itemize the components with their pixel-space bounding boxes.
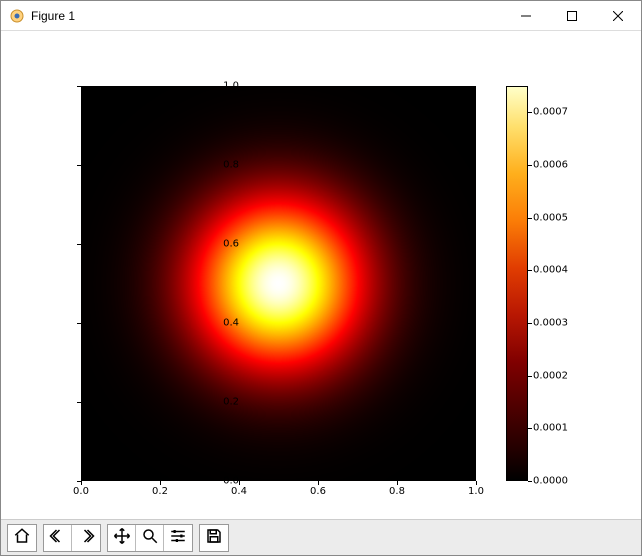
x-tick-label: 1.0	[468, 486, 484, 497]
arrow-right-icon	[77, 527, 95, 548]
colorbar-tick-label: 0.0002	[533, 371, 568, 382]
colorbar-tick-mark	[528, 218, 532, 219]
y-tick-mark	[77, 86, 81, 87]
save-icon	[205, 527, 223, 548]
figure-canvas[interactable]: 0.0 0.2 0.4 0.6 0.8 1.0 0.0 0.2 0.4 0.6 …	[1, 31, 641, 519]
x-tick-mark	[476, 481, 477, 485]
colorbar	[506, 86, 528, 481]
arrow-left-icon	[49, 527, 67, 548]
colorbar-tick-label: 0.0001	[533, 423, 568, 434]
magnifier-icon	[141, 527, 159, 548]
x-tick-mark	[318, 481, 319, 485]
window-title: Figure 1	[31, 9, 503, 23]
y-tick-mark	[77, 402, 81, 403]
y-tick-label: 0.4	[209, 318, 239, 329]
colorbar-tick-mark	[528, 112, 532, 113]
forward-button[interactable]	[72, 525, 100, 551]
minimize-button[interactable]	[503, 1, 549, 30]
y-tick-label: 1.0	[209, 81, 239, 92]
x-tick-mark	[160, 481, 161, 485]
sliders-icon	[169, 527, 187, 548]
x-tick-label: 0.2	[152, 486, 168, 497]
heatmap-axes	[81, 86, 476, 481]
x-tick-label: 0.8	[389, 486, 405, 497]
colorbar-tick-mark	[528, 270, 532, 271]
figure-window: Figure 1 0.0 0.2 0.4 0.6 0.8 1.0	[0, 0, 642, 556]
heatmap-image	[81, 86, 476, 481]
colorbar-tick-label: 0.0003	[533, 318, 568, 329]
navigation-toolbar	[1, 519, 641, 555]
y-tick-label: 0.6	[209, 239, 239, 250]
window-controls	[503, 1, 641, 30]
y-tick-mark	[77, 244, 81, 245]
maximize-button[interactable]	[549, 1, 595, 30]
configure-subplots-button[interactable]	[164, 525, 192, 551]
y-tick-mark	[77, 323, 81, 324]
y-tick-label: 0.8	[209, 160, 239, 171]
y-tick-label: 0.0	[209, 476, 239, 487]
colorbar-tick-label: 0.0006	[533, 160, 568, 171]
colorbar-tick-label: 0.0004	[533, 265, 568, 276]
colorbar-tick-mark	[528, 323, 532, 324]
colorbar-tick-label: 0.0007	[533, 107, 568, 118]
colorbar-tick-mark	[528, 376, 532, 377]
home-button[interactable]	[8, 525, 36, 551]
save-button[interactable]	[200, 525, 228, 551]
x-tick-label: 0.6	[310, 486, 326, 497]
move-icon	[113, 527, 131, 548]
x-tick-label: 0.0	[73, 486, 89, 497]
colorbar-tick-mark	[528, 481, 532, 482]
x-tick-mark	[239, 481, 240, 485]
colorbar-tick-mark	[528, 428, 532, 429]
pan-button[interactable]	[108, 525, 136, 551]
colorbar-gradient	[507, 87, 527, 480]
back-button[interactable]	[44, 525, 72, 551]
close-button[interactable]	[595, 1, 641, 30]
app-icon	[9, 8, 25, 24]
x-tick-mark	[397, 481, 398, 485]
colorbar-tick-mark	[528, 165, 532, 166]
colorbar-tick-label: 0.0000	[533, 476, 568, 487]
zoom-button[interactable]	[136, 525, 164, 551]
titlebar: Figure 1	[1, 1, 641, 31]
y-tick-label: 0.2	[209, 397, 239, 408]
x-tick-label: 0.4	[231, 486, 247, 497]
y-tick-mark	[77, 165, 81, 166]
x-tick-mark	[81, 481, 82, 485]
home-icon	[13, 527, 31, 548]
colorbar-tick-label: 0.0005	[533, 213, 568, 224]
